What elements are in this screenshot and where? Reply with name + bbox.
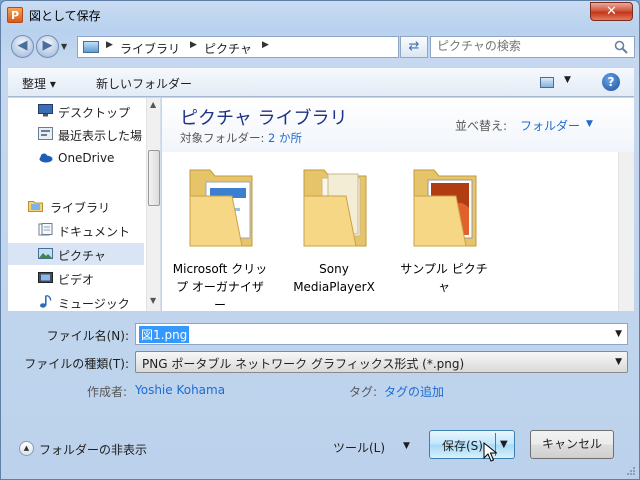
powerpoint-app-icon: P <box>7 7 23 23</box>
recent-places-icon <box>38 127 53 140</box>
folder-name: Microsoft クリッ プ オーガナイザ ー <box>172 262 268 311</box>
help-button[interactable]: ? <box>602 73 620 91</box>
filename-label: ファイル名(N): <box>46 329 129 343</box>
address-bar[interactable]: ▶ ライブラリ ▶ ピクチャ ▶ ▼ <box>77 36 458 58</box>
organize-menu-button[interactable]: 整理 ▾ <box>22 75 56 92</box>
save-as-picture-dialog: P 図として保存 ✕ ◀ ▶ ▼ ▶ ライブラリ ▶ ピクチャ ▶ ▼ ⇄ 整理… <box>0 0 640 480</box>
music-icon <box>40 295 52 308</box>
filetype-select[interactable]: PNG ポータブル ネットワーク グラフィックス形式 (*.png) ▼ <box>135 351 628 373</box>
save-options-dropdown-icon[interactable]: ▼ <box>500 439 508 450</box>
chevron-down-icon[interactable]: ▼ <box>564 75 571 85</box>
folder-item[interactable]: Microsoft クリッ プ オーガナイザ ー <box>168 158 272 311</box>
breadcrumb-chevron-icon[interactable]: ▶ <box>262 40 269 50</box>
folder-name: サンプル ピクチ ャ <box>400 262 488 294</box>
save-button[interactable]: 保存(S) ▼ <box>429 430 515 459</box>
search-box[interactable] <box>430 36 635 58</box>
filetype-value: PNG ポータブル ネットワーク グラフィックス形式 (*.png) <box>142 357 465 371</box>
sidebar-item-desktop[interactable]: デスクトップ <box>8 100 144 122</box>
view-icon <box>540 77 554 88</box>
folder-name: Sony MediaPlayerX <box>293 262 375 294</box>
file-list-pane: ピクチャ ライブラリ 対象フォルダー: 2 か所 並べ替え: フォルダー ▼ M… <box>162 98 634 311</box>
close-button[interactable]: ✕ <box>590 2 633 21</box>
back-button[interactable]: ◀ <box>11 35 34 58</box>
breadcrumb-chevron-icon[interactable]: ▶ <box>106 40 113 50</box>
sidebar-item-label: 最近表示した場 <box>58 129 143 143</box>
collapse-up-icon: ▲ <box>19 441 34 456</box>
tools-menu-button[interactable]: ツール(L) ▼ <box>331 436 416 458</box>
chevron-down-icon[interactable]: ▼ <box>615 357 622 367</box>
videos-icon <box>38 272 53 283</box>
sidebar-item-documents[interactable]: ドキュメント <box>8 219 144 241</box>
forward-button[interactable]: ▶ <box>36 35 59 58</box>
command-toolbar: 整理 ▾ 新しいフォルダー ▼ ? <box>8 67 634 97</box>
onedrive-cloud-icon <box>39 153 53 163</box>
filetype-label: ファイルの種類(T): <box>24 357 129 371</box>
pictures-library-icon <box>83 41 99 53</box>
folder-item[interactable]: サンプル ピクチ ャ <box>392 158 496 298</box>
sidebar-item-label: デスクトップ <box>58 106 131 120</box>
refresh-button[interactable]: ⇄ <box>400 36 428 58</box>
scroll-up-icon[interactable]: ▲ <box>150 100 156 109</box>
sidebar-item-label: ドキュメント <box>58 225 131 239</box>
sort-by-label: 並べ替え: <box>455 119 508 133</box>
author-field[interactable]: Yoshie Kohama <box>135 383 225 397</box>
sony-folder-icon <box>303 169 367 247</box>
sidebar-item-label: ライブラリ <box>50 201 111 215</box>
breadcrumb-libraries[interactable]: ライブラリ <box>120 40 180 57</box>
sample-pictures-folder-icon <box>413 169 477 247</box>
sidebar-item-label: ビデオ <box>58 273 95 287</box>
author-label: 作成者: <box>87 385 128 399</box>
new-folder-button[interactable]: 新しいフォルダー <box>96 75 192 92</box>
target-folders-label: 対象フォルダー: <box>180 131 265 145</box>
sidebar-item-music[interactable]: ミュージック <box>8 291 144 311</box>
cancel-button[interactable]: キャンセル <box>530 430 614 459</box>
tags-field[interactable]: タグの追加 <box>384 383 444 400</box>
save-label: 保存(S) <box>442 439 483 453</box>
sidebar-item-libraries[interactable]: ライブラリ <box>8 195 144 217</box>
breadcrumb-pictures[interactable]: ピクチャ <box>204 40 252 57</box>
libraries-icon <box>28 201 43 212</box>
search-icon[interactable] <box>614 40 628 54</box>
sidebar-item-label: ミュージック <box>58 297 130 311</box>
scrollbar-thumb[interactable] <box>148 150 160 206</box>
chevron-down-icon[interactable]: ▼ <box>586 119 593 129</box>
search-input[interactable] <box>437 39 607 53</box>
window-title: 図として保存 <box>29 9 101 23</box>
breadcrumb-chevron-icon[interactable]: ▶ <box>190 40 197 50</box>
hide-folders-label: フォルダーの非表示 <box>39 443 148 457</box>
resize-grip-icon[interactable] <box>626 466 636 476</box>
change-view-button[interactable]: ▼ <box>540 75 574 91</box>
filename-combobox[interactable]: 図1.png ▼ <box>135 323 628 345</box>
sidebar-item-label: OneDrive <box>58 151 115 165</box>
chevron-down-icon[interactable]: ▼ <box>403 441 410 451</box>
chevron-down-icon[interactable]: ▼ <box>615 329 622 339</box>
sidebar-item-pictures[interactable]: ピクチャ <box>8 243 144 265</box>
target-folders-link[interactable]: 2 か所 <box>268 131 302 145</box>
library-subtitle: 対象フォルダー: 2 か所 <box>180 130 302 146</box>
sidebar-item-videos[interactable]: ビデオ <box>8 267 144 289</box>
title-bar[interactable]: P 図として保存 ✕ <box>1 1 639 29</box>
navigation-bar: ◀ ▶ ▼ ▶ ライブラリ ▶ ピクチャ ▶ ▼ ⇄ <box>7 33 635 61</box>
clip-organizer-folder-icon <box>189 169 253 247</box>
sidebar-item-recent-places[interactable]: 最近表示した場 <box>8 123 144 145</box>
sidebar-item-label: ピクチャ <box>58 249 106 263</box>
sort-by-dropdown[interactable]: フォルダー <box>520 117 580 134</box>
tags-label: タグ: <box>349 385 378 399</box>
tools-label: ツール(L) <box>333 441 386 455</box>
library-header: ピクチャ ライブラリ 対象フォルダー: 2 か所 並べ替え: フォルダー ▼ <box>162 98 634 152</box>
folder-item[interactable]: Sony MediaPlayerX <box>282 158 386 298</box>
navigation-pane: デスクトップ 最近表示した場 OneDrive ライブラリ ドキュメント ピクチ… <box>8 98 161 311</box>
nav-pane-scrollbar[interactable]: ▲ ▼ <box>146 98 160 311</box>
library-title: ピクチャ ライブラリ <box>180 108 348 129</box>
scroll-down-icon[interactable]: ▼ <box>150 296 156 305</box>
desktop-icon <box>38 104 53 117</box>
filename-input[interactable]: 図1.png <box>139 326 190 343</box>
mouse-pointer-icon <box>483 442 497 462</box>
file-list-scrollbar[interactable] <box>618 152 634 311</box>
recent-locations-dropdown[interactable]: ▼ <box>61 42 67 51</box>
documents-icon <box>38 223 53 236</box>
sidebar-item-onedrive[interactable]: OneDrive <box>8 147 144 169</box>
pictures-icon <box>38 248 53 259</box>
